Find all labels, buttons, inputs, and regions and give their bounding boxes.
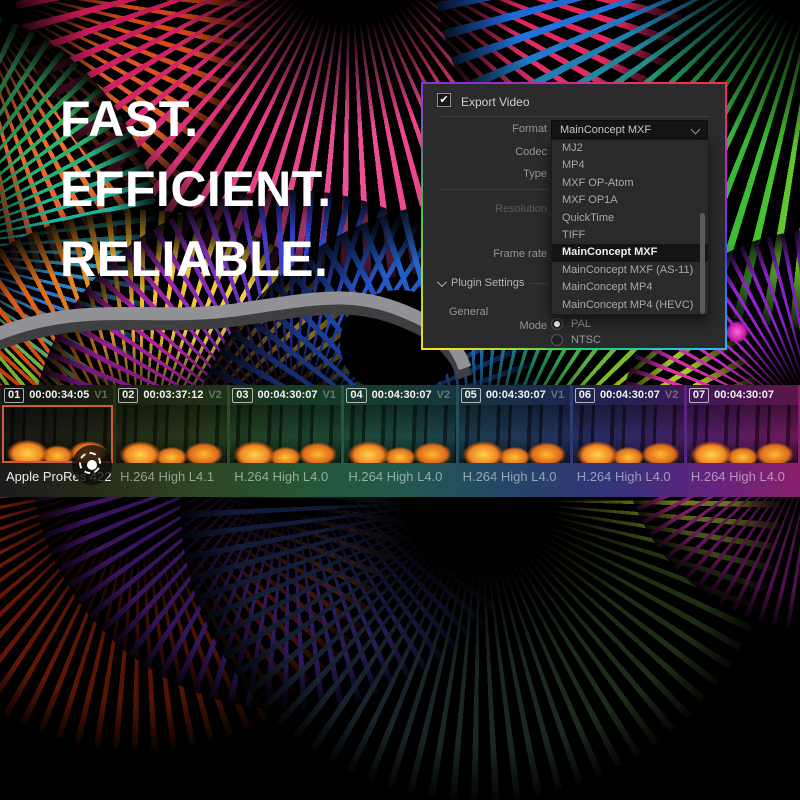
clip-codec-label: H.264 High L4.0: [230, 463, 341, 497]
dropdown-option[interactable]: MXF OP1A: [552, 192, 708, 209]
format-label: Format: [512, 123, 547, 135]
dropdown-option[interactable]: TIFF: [552, 227, 708, 244]
clip-header: 07 00:04:30:07: [687, 385, 798, 405]
promo-screenshot: { "headline": { "line1": "FAST.", "line2…: [0, 0, 800, 497]
export-panel-body: ✔ Export Video Format MainConcept MXF Co…: [423, 84, 725, 348]
timeline-clip-02[interactable]: 02 00:03:37:12 V2 H.264 High L4.1: [116, 385, 227, 497]
clip-track-label: V1: [94, 389, 107, 401]
clip-codec-label: H.264 High L4.0: [687, 463, 798, 497]
clip-thumbnail[interactable]: [459, 405, 570, 463]
dropdown-option[interactable]: MP4: [552, 157, 708, 174]
dropdown-option[interactable]: MJ2: [552, 140, 708, 157]
export-panel: ✔ Export Video Format MainConcept MXF Co…: [421, 82, 727, 350]
clip-track-label: V2: [437, 389, 450, 401]
mode-label: Mode: [519, 320, 547, 332]
clip-thumbnail[interactable]: [344, 405, 455, 463]
type-label: Type: [523, 168, 547, 180]
clip-number-badge: 05: [461, 388, 481, 403]
divider: [439, 116, 709, 117]
dropdown-scrollbar[interactable]: [700, 213, 705, 314]
timeline-clip-06[interactable]: 06 00:04:30:07 V2 H.264 High L4.0: [573, 385, 684, 497]
codec-label: Codec: [515, 146, 547, 158]
headline: FAST. EFFICIENT. RELIABLE.: [60, 84, 332, 294]
frame-rate-label: Frame rate: [493, 248, 547, 260]
clip-header: 03 00:04:30:07 V1: [230, 385, 341, 405]
timeline-clip-04[interactable]: 04 00:04:30:07 V2 H.264 High L4.0: [344, 385, 455, 497]
clip-timecode: 00:04:30:07: [258, 389, 318, 401]
divider: [529, 283, 549, 284]
clip-thumbnail[interactable]: [116, 405, 227, 463]
focus-reticle-icon: [72, 445, 112, 485]
clip-codec-label: H.264 High L4.0: [573, 463, 684, 497]
clip-thumbnail[interactable]: [230, 405, 341, 463]
pal-label: PAL: [571, 318, 591, 330]
dropdown-option-selected[interactable]: MainConcept MXF: [552, 244, 708, 261]
clip-number-badge: 03: [232, 388, 252, 403]
clip-number-badge: 01: [4, 388, 24, 403]
ntsc-label: NTSC: [571, 334, 601, 346]
headline-line-efficient: EFFICIENT.: [60, 154, 332, 224]
timeline-strip: 01 00:00:34:05 V1 Apple ProRes 422 02 00…: [0, 385, 800, 497]
plugin-settings-toggle[interactable]: Plugin Settings: [437, 277, 524, 289]
general-label: General: [449, 306, 488, 318]
export-video-checkbox[interactable]: ✔: [437, 93, 451, 107]
clip-track-label: V2: [208, 389, 221, 401]
magenta-bokeh-dot: [726, 321, 748, 343]
headline-line-reliable: RELIABLE.: [60, 224, 332, 294]
resolution-label: Resolution: [495, 203, 547, 215]
dropdown-option[interactable]: MainConcept MP4: [552, 279, 708, 296]
clip-number-badge: 07: [689, 388, 709, 403]
chevron-down-icon: [437, 277, 447, 287]
reticle-center-dot: [87, 460, 97, 470]
plugin-settings-label: Plugin Settings: [451, 277, 524, 289]
format-value: MainConcept MXF: [560, 124, 651, 136]
headline-line-fast: FAST.: [60, 84, 332, 154]
dropdown-option[interactable]: QuickTime: [552, 210, 708, 227]
timeline-clips: 01 00:00:34:05 V1 Apple ProRes 422 02 00…: [0, 385, 800, 497]
dropdown-option[interactable]: MainConcept MP4 (HEVC): [552, 297, 708, 314]
clip-number-badge: 06: [575, 388, 595, 403]
dropdown-option[interactable]: MXF OP-Atom: [552, 175, 708, 192]
clip-number-badge: 04: [346, 388, 366, 403]
clip-codec-label: H.264 High L4.0: [344, 463, 455, 497]
clip-timecode: 00:03:37:12: [143, 389, 203, 401]
clip-timecode: 00:04:30:07: [714, 389, 774, 401]
clip-timecode: 00:04:30:07: [600, 389, 660, 401]
clip-timecode: 00:00:34:05: [29, 389, 89, 401]
format-dropdown-list: MJ2 MP4 MXF OP-Atom MXF OP1A QuickTime T…: [551, 139, 709, 315]
clip-header: 04 00:04:30:07 V2: [344, 385, 455, 405]
radio-selected-icon[interactable]: [551, 318, 563, 330]
timeline-clip-05[interactable]: 05 00:04:30:07 V1 H.264 High L4.0: [459, 385, 570, 497]
clip-codec-label: H.264 High L4.0: [459, 463, 570, 497]
mode-option-pal[interactable]: PAL: [551, 318, 591, 330]
radio-unselected-icon[interactable]: [551, 334, 563, 346]
dropdown-option[interactable]: MainConcept MXF (AS-11): [552, 262, 708, 279]
clip-header: 01 00:00:34:05 V1: [2, 385, 113, 405]
clip-number-badge: 02: [118, 388, 138, 403]
format-dropdown[interactable]: MainConcept MXF: [551, 120, 708, 139]
clip-timecode: 00:04:30:07: [372, 389, 432, 401]
clip-track-label: V1: [322, 389, 335, 401]
divider: [439, 189, 549, 190]
clip-track-label: V1: [551, 389, 564, 401]
clip-header: 06 00:04:30:07 V2: [573, 385, 684, 405]
timeline-clip-07[interactable]: 07 00:04:30:07 H.264 High L4.0: [687, 385, 798, 497]
clip-track-label: V2: [665, 389, 678, 401]
clip-thumbnail[interactable]: [687, 405, 798, 463]
clip-codec-label: H.264 High L4.1: [116, 463, 227, 497]
clip-thumbnail[interactable]: [573, 405, 684, 463]
timeline-clip-03[interactable]: 03 00:04:30:07 V1 H.264 High L4.0: [230, 385, 341, 497]
export-video-label: Export Video: [461, 95, 530, 109]
clip-header: 02 00:03:37:12 V2: [116, 385, 227, 405]
clip-timecode: 00:04:30:07: [486, 389, 546, 401]
clip-header: 05 00:04:30:07 V1: [459, 385, 570, 405]
chevron-down-icon: [691, 125, 701, 135]
mode-option-ntsc[interactable]: NTSC: [551, 334, 601, 346]
